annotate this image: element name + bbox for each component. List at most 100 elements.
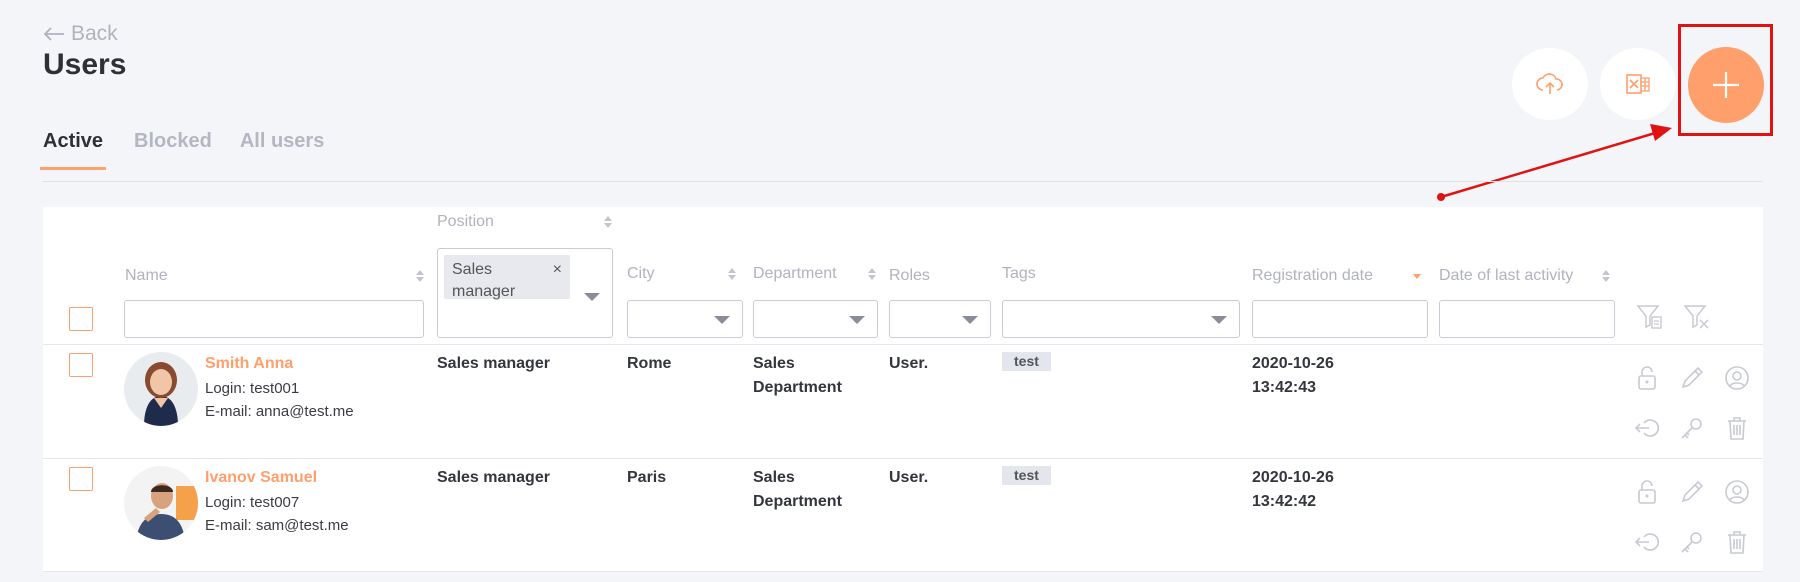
sort-icon	[416, 270, 424, 282]
row-checkbox[interactable]	[69, 353, 93, 377]
delete-user-button[interactable]	[1723, 414, 1751, 442]
tab-all-users[interactable]: All users	[240, 130, 324, 170]
user-roles: User.	[889, 355, 929, 372]
user-circle-icon	[1725, 366, 1749, 390]
block-user-button[interactable]	[1633, 478, 1661, 506]
tab-active[interactable]: Active	[40, 130, 107, 170]
user-name-link[interactable]: Smith Anna	[205, 355, 293, 373]
row-divider	[43, 571, 1763, 572]
city-filter-select[interactable]	[627, 300, 743, 338]
position-filter-select[interactable]: Sales manager ×	[437, 248, 613, 338]
filter-settings-button[interactable]	[1636, 303, 1664, 331]
chip-label-line2: manager	[452, 283, 516, 300]
col-header-registration-date[interactable]: Registration date	[1252, 267, 1422, 285]
filter-settings-icon	[1636, 305, 1662, 329]
tabs-divider	[43, 181, 1763, 182]
user-login: Login: test007	[205, 494, 300, 511]
lock-icon	[1638, 366, 1656, 390]
block-user-button[interactable]	[1633, 364, 1661, 392]
avatar-photo	[124, 352, 198, 426]
col-tags-label: Tags	[1002, 265, 1036, 282]
trash-icon	[1728, 531, 1746, 554]
col-header-position[interactable]: Position	[437, 213, 613, 231]
pencil-icon	[1681, 366, 1704, 389]
user-email: E-mail: sam@test.me	[205, 517, 349, 534]
avatar-photo	[124, 466, 198, 540]
delete-user-button[interactable]	[1723, 528, 1751, 556]
row-checkbox[interactable]	[69, 467, 93, 491]
chevron-down-icon	[584, 293, 600, 301]
user-department-line1: Sales	[753, 355, 795, 372]
user-position: Sales manager	[437, 469, 550, 486]
reset-password-button[interactable]	[1678, 528, 1706, 556]
user-tag: test	[1002, 466, 1051, 485]
excel-export-button[interactable]	[1600, 48, 1676, 120]
col-registration-date-label: Registration date	[1252, 267, 1373, 284]
plus-icon	[1713, 72, 1739, 98]
add-user-button[interactable]	[1688, 47, 1764, 123]
tabs: Active Blocked All users	[40, 130, 352, 170]
clear-filters-button[interactable]	[1683, 303, 1711, 331]
user-roles: User.	[889, 469, 929, 486]
registration-date-filter-input[interactable]	[1252, 300, 1428, 338]
user-login: Login: test001	[205, 380, 300, 397]
trash-icon	[1728, 417, 1746, 440]
col-header-name[interactable]: Name	[125, 267, 425, 285]
user-city: Rome	[627, 355, 672, 372]
col-header-last-activity[interactable]: Date of last activity	[1439, 267, 1611, 285]
avatar	[124, 352, 198, 426]
col-position-label: Position	[437, 213, 494, 230]
excel-export-icon	[1626, 74, 1650, 94]
back-link[interactable]: Back	[43, 22, 118, 46]
department-filter-select[interactable]	[753, 300, 878, 338]
sort-icon	[728, 268, 736, 280]
row-divider	[43, 458, 1763, 459]
col-header-department[interactable]: Department	[753, 265, 877, 283]
logout-user-button[interactable]	[1633, 528, 1661, 556]
user-reg-time: 13:42:42	[1252, 493, 1317, 510]
user-city: Paris	[627, 469, 667, 486]
key-icon	[1681, 418, 1702, 439]
reset-password-button[interactable]	[1678, 414, 1706, 442]
back-label: Back	[71, 22, 118, 45]
user-circle-icon	[1725, 480, 1749, 504]
upload-button[interactable]	[1512, 48, 1588, 120]
users-table: Name Position City Department Roles Tags…	[43, 207, 1763, 572]
select-all-checkbox[interactable]	[69, 307, 93, 331]
tab-blocked[interactable]: Blocked	[134, 130, 212, 170]
edit-user-button[interactable]	[1678, 364, 1706, 392]
user-reg-time: 13:42:43	[1252, 379, 1317, 396]
col-header-roles: Roles	[889, 267, 979, 285]
roles-filter-select[interactable]	[889, 300, 991, 338]
sort-icon	[604, 216, 612, 228]
col-roles-label: Roles	[889, 267, 930, 284]
edit-user-button[interactable]	[1678, 478, 1706, 506]
arrow-left-icon	[43, 27, 64, 41]
page-title: Users	[43, 48, 127, 81]
user-department-line2: Department	[753, 493, 842, 510]
name-filter-input[interactable]	[124, 300, 424, 338]
avatar	[124, 466, 198, 540]
cloud-upload-icon	[1536, 73, 1563, 94]
sort-desc-icon	[1413, 274, 1421, 279]
user-department-line2: Department	[753, 379, 842, 396]
lock-icon	[1638, 480, 1656, 504]
chevron-down-icon	[714, 316, 730, 324]
sort-icon	[1602, 270, 1610, 282]
user-tag: test	[1002, 352, 1051, 371]
tags-filter-select[interactable]	[1002, 300, 1240, 338]
last-activity-filter-input[interactable]	[1439, 300, 1615, 338]
col-city-label: City	[627, 265, 655, 282]
chip-remove-icon[interactable]: ×	[553, 259, 562, 281]
user-name-link[interactable]: Ivanov Samuel	[205, 469, 317, 487]
col-header-tags: Tags	[1002, 265, 1122, 283]
logout-user-button[interactable]	[1633, 414, 1661, 442]
chevron-down-icon	[1211, 316, 1227, 324]
user-profile-button[interactable]	[1723, 364, 1751, 392]
user-profile-button[interactable]	[1723, 478, 1751, 506]
user-reg-date: 2020-10-26	[1252, 355, 1334, 372]
col-header-city[interactable]: City	[627, 265, 737, 283]
filter-clear-icon	[1683, 305, 1709, 329]
col-name-label: Name	[125, 267, 168, 284]
row-divider	[43, 344, 1763, 345]
